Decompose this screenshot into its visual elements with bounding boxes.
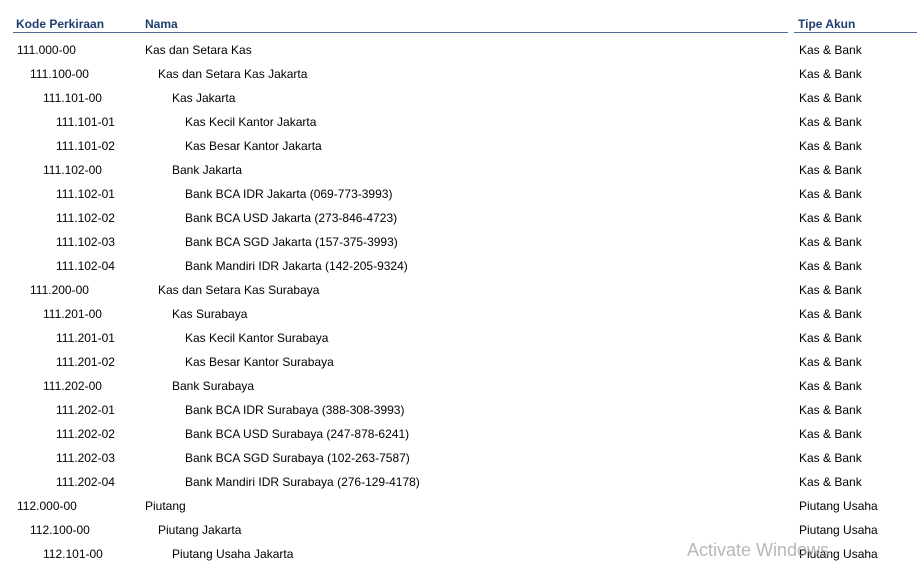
account-code: 111.201-00 [43, 307, 102, 321]
account-code: 112.100-00 [30, 523, 90, 537]
account-type: Kas & Bank [799, 355, 862, 369]
table-row[interactable]: 111.102-00 Bank Jakarta Kas & Bank [0, 158, 917, 182]
account-name: Bank BCA SGD Surabaya (102-263-7587) [185, 451, 410, 465]
account-name: Kas Jakarta [172, 91, 236, 105]
account-name: Bank BCA SGD Jakarta (157-375-3993) [185, 235, 398, 249]
account-type: Kas & Bank [799, 259, 862, 273]
account-name: Kas dan Setara Kas [145, 43, 252, 57]
account-type: Kas & Bank [799, 187, 862, 201]
account-code: 111.102-04 [56, 259, 115, 273]
account-type: Kas & Bank [799, 211, 862, 225]
account-code: 111.202-00 [43, 379, 102, 393]
table-row[interactable]: 111.201-02 Kas Besar Kantor Surabaya Kas… [0, 350, 917, 374]
account-type: Kas & Bank [799, 451, 862, 465]
account-name: Bank Surabaya [172, 379, 255, 393]
account-code: 111.101-02 [56, 139, 115, 153]
account-name: Kas dan Setara Kas Jakarta [158, 67, 308, 81]
account-code: 112.101-00 [43, 547, 103, 561]
account-code: 111.202-02 [56, 427, 115, 441]
account-type: Kas & Bank [799, 67, 862, 81]
account-type: Kas & Bank [799, 115, 862, 129]
account-code: 111.102-00 [43, 163, 102, 177]
table-row[interactable]: 111.202-02 Bank BCA USD Surabaya (247-87… [0, 422, 917, 446]
account-name: Kas Besar Kantor Jakarta [185, 139, 322, 153]
account-name: Piutang Usaha Jakarta [172, 547, 294, 561]
account-name: Piutang Jakarta [158, 523, 242, 537]
table-header: Kode Perkiraan Nama Tipe Akun [0, 0, 917, 34]
account-type: Kas & Bank [799, 139, 862, 153]
account-name: Bank BCA USD Surabaya (247-878-6241) [185, 427, 410, 441]
account-code: 111.201-01 [56, 331, 115, 345]
account-name: Kas Surabaya [172, 307, 248, 321]
table-row[interactable]: 111.102-03 Bank BCA SGD Jakarta (157-375… [0, 230, 917, 254]
account-code: 112.000-00 [17, 499, 77, 513]
account-type: Kas & Bank [799, 403, 862, 417]
account-type: Kas & Bank [799, 427, 862, 441]
column-header-type[interactable]: Tipe Akun [794, 17, 917, 33]
account-name: Piutang [145, 499, 186, 513]
account-code: 111.101-00 [43, 91, 102, 105]
account-name: Bank Mandiri IDR Jakarta (142-205-9324) [185, 259, 408, 273]
table-row[interactable]: 111.102-04 Bank Mandiri IDR Jakarta (142… [0, 254, 917, 278]
activate-windows-watermark: Activate Windows [687, 540, 830, 560]
account-name: Kas Kecil Kantor Jakarta [185, 115, 317, 129]
table-row[interactable]: 111.101-01 Kas Kecil Kantor Jakarta Kas … [0, 110, 917, 134]
account-name: Kas Kecil Kantor Surabaya [185, 331, 329, 345]
account-name: Bank BCA USD Jakarta (273-846-4723) [185, 211, 398, 225]
account-type: Kas & Bank [799, 235, 862, 249]
table-row[interactable]: 111.201-01 Kas Kecil Kantor Surabaya Kas… [0, 326, 917, 350]
table-row[interactable]: 111.000-00 Kas dan Setara Kas Kas & Bank [0, 38, 917, 62]
table-row[interactable]: 111.202-04 Bank Mandiri IDR Surabaya (27… [0, 470, 917, 494]
account-type: Kas & Bank [799, 475, 862, 489]
account-code: 111.200-00 [30, 283, 89, 297]
account-type: Kas & Bank [799, 331, 862, 345]
account-code: 111.102-02 [56, 211, 115, 225]
table-row[interactable]: 111.202-03 Bank BCA SGD Surabaya (102-26… [0, 446, 917, 470]
column-header-name[interactable]: Nama [141, 17, 788, 33]
account-type: Kas & Bank [799, 379, 862, 393]
account-type: Kas & Bank [799, 43, 862, 57]
account-type: Kas & Bank [799, 307, 862, 321]
account-type: Kas & Bank [799, 283, 862, 297]
account-type: Piutang Usaha [799, 499, 878, 513]
table-row[interactable]: 111.102-02 Bank BCA USD Jakarta (273-846… [0, 206, 917, 230]
account-code: 111.202-03 [56, 451, 115, 465]
account-name: Bank Jakarta [172, 163, 243, 177]
table-row[interactable]: 111.102-01 Bank BCA IDR Jakarta (069-773… [0, 182, 917, 206]
account-code: 111.202-04 [56, 475, 115, 489]
account-name: Bank Mandiri IDR Surabaya (276-129-4178) [185, 475, 420, 489]
table-row[interactable]: 111.101-02 Kas Besar Kantor Jakarta Kas … [0, 134, 917, 158]
account-code: 111.102-03 [56, 235, 115, 249]
table-row[interactable]: 111.202-01 Bank BCA IDR Surabaya (388-30… [0, 398, 917, 422]
account-name: Kas Besar Kantor Surabaya [185, 355, 334, 369]
account-name: Kas dan Setara Kas Surabaya [158, 283, 320, 297]
account-type: Kas & Bank [799, 163, 862, 177]
account-type: Kas & Bank [799, 91, 862, 105]
account-name: Bank BCA IDR Surabaya (388-308-3993) [185, 403, 405, 417]
account-code: 111.101-01 [56, 115, 115, 129]
column-header-code[interactable]: Kode Perkiraan [13, 17, 141, 33]
account-code: 111.000-00 [17, 43, 76, 57]
account-list: 111.000-00 Kas dan Setara Kas Kas & Bank… [0, 38, 917, 566]
table-row[interactable]: 112.000-00 Piutang Piutang Usaha [0, 494, 917, 518]
account-code: 111.201-02 [56, 355, 115, 369]
table-row[interactable]: 111.101-00 Kas Jakarta Kas & Bank [0, 86, 917, 110]
account-code: 111.202-01 [56, 403, 115, 417]
table-row[interactable]: 111.201-00 Kas Surabaya Kas & Bank [0, 302, 917, 326]
table-row[interactable]: 111.100-00 Kas dan Setara Kas Jakarta Ka… [0, 62, 917, 86]
account-code: 111.102-01 [56, 187, 115, 201]
account-code: 111.100-00 [30, 67, 89, 81]
table-row[interactable]: 111.200-00 Kas dan Setara Kas Surabaya K… [0, 278, 917, 302]
account-name: Bank BCA IDR Jakarta (069-773-3993) [185, 187, 393, 201]
table-row[interactable]: 111.202-00 Bank Surabaya Kas & Bank [0, 374, 917, 398]
